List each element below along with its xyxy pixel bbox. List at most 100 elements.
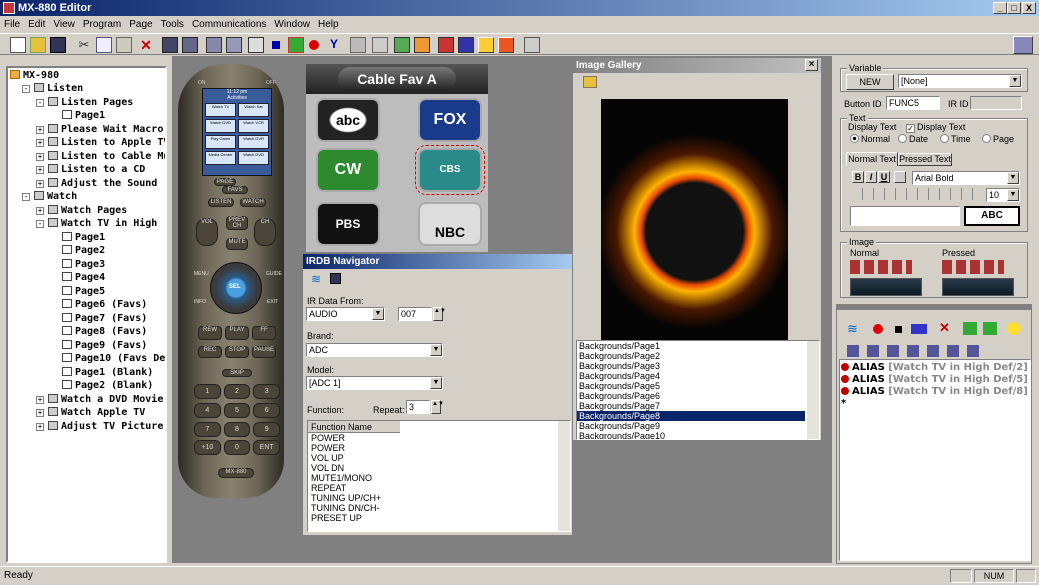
font-size-select[interactable]: 10 ▼ (986, 188, 1020, 202)
grid-icon[interactable] (372, 37, 388, 53)
tree-item[interactable]: Page4 (62, 271, 105, 284)
prev-ch-button[interactable]: PREV CH (226, 216, 248, 230)
function-list-item[interactable]: VOL UP (308, 453, 570, 463)
gallery-list-item[interactable]: Backgrounds/Page10 (577, 431, 805, 439)
gallery-list-item[interactable]: Backgrounds/Page2 (577, 351, 805, 361)
ir-data-from-select[interactable]: AUDIO ▼ (306, 307, 385, 321)
ir-code-field[interactable]: 007 (398, 307, 432, 321)
repeat-spinner[interactable]: ▲▼ (431, 400, 444, 414)
macro-tool-row[interactable] (847, 345, 987, 357)
menu-button[interactable]: MENU (194, 271, 209, 277)
nbc-button[interactable]: NBC (418, 202, 482, 246)
expand-icon[interactable]: + (36, 179, 44, 188)
function-list-item[interactable]: VOL DN (308, 463, 570, 473)
stop-icon[interactable] (895, 326, 902, 333)
tree-item[interactable]: Page10 (Favs Del (62, 352, 165, 365)
pressed-image-preview[interactable] (942, 278, 1014, 296)
keypad-key[interactable]: 0 (223, 440, 251, 456)
tree-item[interactable]: - Watch (22, 190, 77, 203)
gallery-list-item[interactable]: Backgrounds/Page3 (577, 361, 805, 371)
gallery-list-item[interactable]: Backgrounds/Page1 (577, 341, 805, 351)
tree-item[interactable]: + Adjust TV Picture (36, 420, 163, 433)
cbs-button[interactable]: CBS (415, 145, 485, 195)
exit-button[interactable]: EXIT (267, 299, 278, 305)
keypad-key[interactable]: 9 (253, 421, 280, 437)
gallery-list-item[interactable]: Backgrounds/Page9 (577, 421, 805, 431)
ch-rocker[interactable]: CH (254, 218, 276, 246)
display-text-checkbox[interactable]: ✓ Display Text (906, 122, 965, 133)
gallery-list-item[interactable]: Backgrounds/Page6 (577, 391, 805, 401)
remote-screen[interactable]: 11:12 pm Activities Watch TV Watch Sat Wat… (202, 88, 272, 176)
keypad-key[interactable]: 6 (253, 402, 280, 418)
image-icon[interactable] (498, 37, 514, 53)
function-name-header[interactable]: Function Name (308, 421, 400, 433)
radio-page[interactable]: Page (982, 134, 1014, 144)
gallery-list-item[interactable]: Backgrounds/Page4 (577, 371, 805, 381)
fox-button[interactable]: FOX (418, 98, 482, 142)
page-button[interactable]: PAGE (214, 178, 236, 186)
tree-item[interactable]: - Listen Pages (36, 96, 133, 109)
tree-item[interactable]: + Watch Pages (36, 204, 127, 217)
keypad-key[interactable]: 4 (194, 402, 221, 418)
filter-icon[interactable]: Y (326, 37, 342, 53)
menu-communications[interactable]: Communications (188, 19, 270, 30)
function-list-item[interactable]: POWER (308, 433, 570, 443)
screen-activity-button[interactable]: Watch DVD (205, 119, 236, 133)
pressed-image-tools[interactable] (942, 260, 1004, 274)
keypad-key[interactable]: +10 (194, 440, 221, 456)
sel-button[interactable]: SEL (229, 284, 241, 290)
new-icon[interactable] (10, 37, 26, 53)
tree-item[interactable]: Page5 (62, 285, 105, 298)
tree-item[interactable]: Page1 (62, 109, 105, 122)
gallery-list-item[interactable]: Backgrounds/Page5 (577, 381, 805, 391)
align-icon[interactable] (162, 37, 178, 53)
delete-icon[interactable]: ✕ (138, 37, 154, 53)
import-icon[interactable] (394, 37, 410, 53)
favs-button[interactable]: FAVS (222, 186, 248, 194)
edit-icon[interactable] (206, 37, 222, 53)
alignment-buttons[interactable] (852, 188, 982, 200)
stop-icon[interactable] (272, 41, 280, 49)
sound-icon[interactable] (438, 37, 454, 53)
radio-normal[interactable]: Normal (850, 134, 890, 144)
menu-view[interactable]: View (49, 19, 79, 30)
keypad-key[interactable]: 8 (223, 421, 251, 437)
cw-button[interactable]: CW (316, 148, 380, 192)
function-list-item[interactable]: REPEAT (308, 483, 570, 493)
expand-icon[interactable]: + (36, 166, 44, 174)
edit2-icon[interactable] (226, 37, 242, 53)
underline-button[interactable]: U (878, 171, 890, 183)
vol-rocker[interactable]: VOL (196, 218, 218, 246)
tree-item[interactable]: + Watch Apple TV (36, 406, 145, 419)
menu-file[interactable]: File (0, 19, 24, 30)
menu-tools[interactable]: Tools (157, 19, 188, 30)
play-button[interactable]: PLAY (225, 326, 249, 340)
font-select[interactable]: Arial Bold ▼ (912, 171, 1020, 185)
screen-activity-button[interactable]: Watch TV (205, 103, 236, 117)
ir-id-field[interactable] (970, 96, 1022, 110)
tree-item[interactable]: + Please Wait Macro (36, 123, 163, 136)
screen-activity-button[interactable]: Watch DVR (238, 135, 269, 149)
keypad-key[interactable]: 7 (194, 421, 221, 437)
screen-activity-button[interactable]: Watch DVD (238, 151, 269, 165)
send-icon[interactable] (248, 37, 264, 53)
tree-item[interactable]: + Listen to Cable Mus (36, 150, 165, 163)
menu-page[interactable]: Page (125, 19, 156, 30)
gallery-list[interactable]: Backgrounds/Page1 Backgrounds/Page2 Backgr… (576, 340, 820, 440)
abc-button[interactable]: abc (316, 98, 380, 142)
screen-activity-button[interactable]: Watch VCR (238, 119, 269, 133)
collapse-icon[interactable]: - (36, 220, 44, 228)
irdb-icon[interactable] (458, 37, 474, 53)
macro-row[interactable]: ALIAS [Watch TV in High Def/8] (841, 386, 1028, 397)
keypad-key[interactable]: 3 (253, 384, 280, 399)
function-list-item[interactable]: TUNING DN/CH- (308, 503, 570, 513)
gallery-list-item[interactable]: Backgrounds/Page8 (577, 411, 805, 421)
function-list-item[interactable]: TUNING UP/CH+ (308, 493, 570, 503)
normal-image-tools[interactable] (850, 260, 912, 274)
save-icon-irdb[interactable] (330, 273, 341, 284)
button-id-field[interactable]: FUNC5 (886, 96, 940, 110)
function-list-item[interactable]: PRESET UP (308, 513, 570, 523)
save-icon[interactable] (50, 37, 66, 53)
collapse-icon[interactable]: - (22, 193, 30, 201)
copy-icon[interactable] (96, 37, 112, 53)
